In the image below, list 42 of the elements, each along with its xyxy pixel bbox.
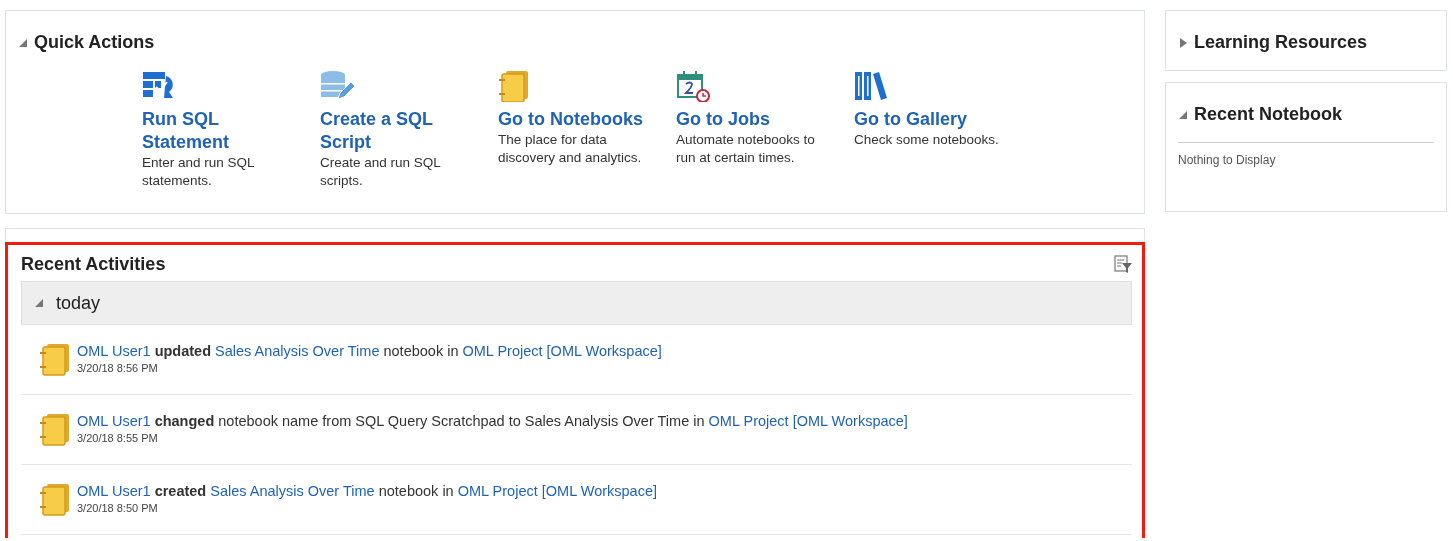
- activity-link[interactable]: OML User1: [77, 483, 151, 500]
- notebook-icon: [39, 482, 71, 517]
- activity-link[interactable]: Sales Analysis Over Time: [215, 343, 380, 360]
- timestamp: 3/20/18 8:56 PM: [77, 361, 159, 377]
- action-link[interactable]: Go to Notebooks: [498, 108, 643, 131]
- activity-link[interactable]: Sales Analysis Over Time: [210, 483, 375, 500]
- collapse-icon[interactable]: [18, 37, 28, 48]
- action-link[interactable]: Run SQL Statement: [142, 108, 302, 154]
- notebook-icon: [39, 342, 71, 377]
- activity-text: OML User1 changed notebook name from SQL Query Scratchpad to Sales Analysis Over Time in OML Project [OML Workspace]: [77, 412, 908, 431]
- activity-link[interactable]: OML Project [OML Workspace]: [708, 413, 908, 430]
- section-title: Quick Actions: [34, 31, 155, 54]
- collapse-icon[interactable]: [34, 298, 44, 308]
- expand-icon[interactable]: [1178, 37, 1188, 48]
- timestamp: 3/20/18 8:55 PM: [77, 431, 159, 447]
- action-description: Automate notebooks to run at certain times.: [676, 131, 816, 167]
- section-title: Recent Activities: [21, 252, 166, 276]
- section-title: Recent Notebook: [1194, 103, 1343, 126]
- books-icon: [854, 70, 890, 102]
- action-link[interactable]: Create a SQL Script: [320, 108, 480, 154]
- action-link[interactable]: Go to Gallery: [854, 108, 968, 131]
- action-link[interactable]: Go to Jobs: [676, 108, 770, 131]
- action-description: Check some notebooks.: [854, 131, 999, 149]
- action-description: Enter and run SQL statements.: [142, 154, 256, 190]
- timestamp: 3/20/18 8:50 PM: [77, 501, 159, 517]
- calendar-clock-icon: [676, 70, 712, 102]
- action-description: Create and run SQL scripts.: [320, 154, 442, 190]
- filter-icon[interactable]: [1114, 255, 1132, 273]
- activity-text: OML User1 created Sales Analysis Over Time notebook in OML Project [OML Workspace]: [77, 482, 657, 501]
- database-pencil-icon: [320, 70, 356, 102]
- section-title: Learning Resources: [1194, 31, 1368, 54]
- group-header[interactable]: today: [21, 281, 1132, 325]
- notebook-icon: [39, 412, 71, 447]
- activity-link[interactable]: OML User1: [77, 413, 151, 430]
- activity-text: OML User1 updated Sales Analysis Over Time notebook in OML Project [OML Workspace]: [77, 342, 662, 361]
- empty-message: Nothing to Display: [1178, 152, 1277, 169]
- activity-link[interactable]: OML User1: [77, 343, 151, 360]
- activity-link[interactable]: OML Project [OML Workspace]: [462, 343, 662, 360]
- action-description: The place for data discovery and analytics.: [498, 131, 643, 167]
- activity-link[interactable]: OML Project [OML Workspace]: [457, 483, 657, 500]
- collapse-icon[interactable]: [1178, 109, 1188, 120]
- group-label: today: [56, 291, 101, 315]
